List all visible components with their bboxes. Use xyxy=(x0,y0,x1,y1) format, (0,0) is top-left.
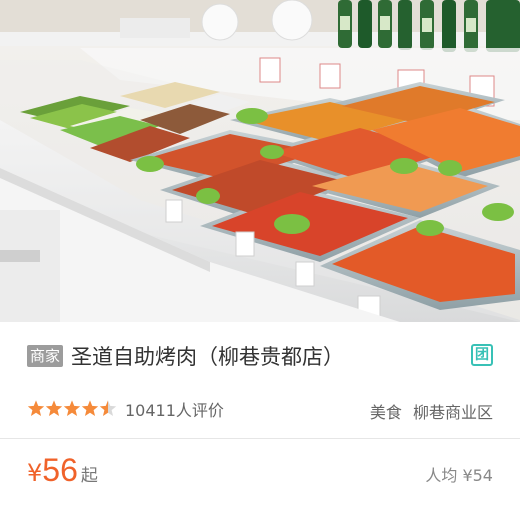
star-icon xyxy=(63,400,81,416)
category-location: 美食 柳巷商业区 xyxy=(370,399,493,423)
star-rating xyxy=(27,400,117,418)
category-label: 美食 xyxy=(369,403,402,422)
price-suffix: 起 xyxy=(80,466,98,486)
district-label: 柳巷商业区 xyxy=(412,403,493,422)
shop-name[interactable]: 圣道自助烤肉（柳巷贵都店） xyxy=(71,341,344,371)
deal-price: ¥56 起 xyxy=(27,452,98,489)
price-row: ¥56 起 人均 ¥54 xyxy=(27,450,493,496)
review-count: 10411人评价 xyxy=(125,401,224,420)
average-price: 人均 ¥54 xyxy=(425,466,493,485)
star-icon xyxy=(27,400,45,416)
star-icon xyxy=(81,400,99,416)
shop-photo[interactable] xyxy=(0,0,520,322)
deal-card[interactable]: 商家 圣道自助烤肉（柳巷贵都店） 团 10411人评价 美食 柳巷商业区 ¥56… xyxy=(0,0,520,505)
group-buy-icon: 团 xyxy=(471,344,493,366)
rating-row: 10411人评价 美食 柳巷商业区 xyxy=(27,395,493,423)
merchant-badge: 商家 xyxy=(27,345,64,367)
star-icon xyxy=(45,400,63,416)
price-amount: 56 xyxy=(42,452,78,488)
divider xyxy=(0,438,520,439)
star-icon xyxy=(99,400,117,416)
title-row: 商家 圣道自助烤肉（柳巷贵都店） 团 xyxy=(27,340,493,372)
price-currency: ¥ xyxy=(27,459,43,487)
